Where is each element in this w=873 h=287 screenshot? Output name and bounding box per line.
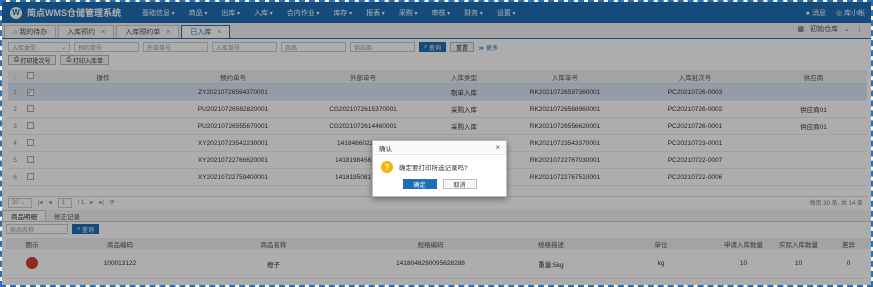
app-frame: W 简点WMS仓储管理系统 基础信息 商品 出库 入库 合内作业 库存 报表 采… bbox=[0, 0, 873, 287]
confirm-button[interactable]: 确定 bbox=[402, 179, 437, 189]
dialog-buttons: 确定 取消 bbox=[373, 179, 506, 189]
dialog-title: 确认 bbox=[379, 145, 392, 153]
confirm-dialog: 确认 × ? 确定要打印所选记录吗? 确定 取消 bbox=[372, 140, 507, 197]
dialog-message: 确定要打印所选记录吗? bbox=[399, 165, 468, 172]
dialog-titlebar: 确认 × bbox=[373, 141, 506, 155]
dialog-body: ? 确定要打印所选记录吗? bbox=[373, 155, 506, 179]
close-icon[interactable]: × bbox=[495, 143, 500, 152]
question-icon: ? bbox=[381, 161, 393, 173]
cancel-button[interactable]: 取消 bbox=[442, 179, 477, 189]
